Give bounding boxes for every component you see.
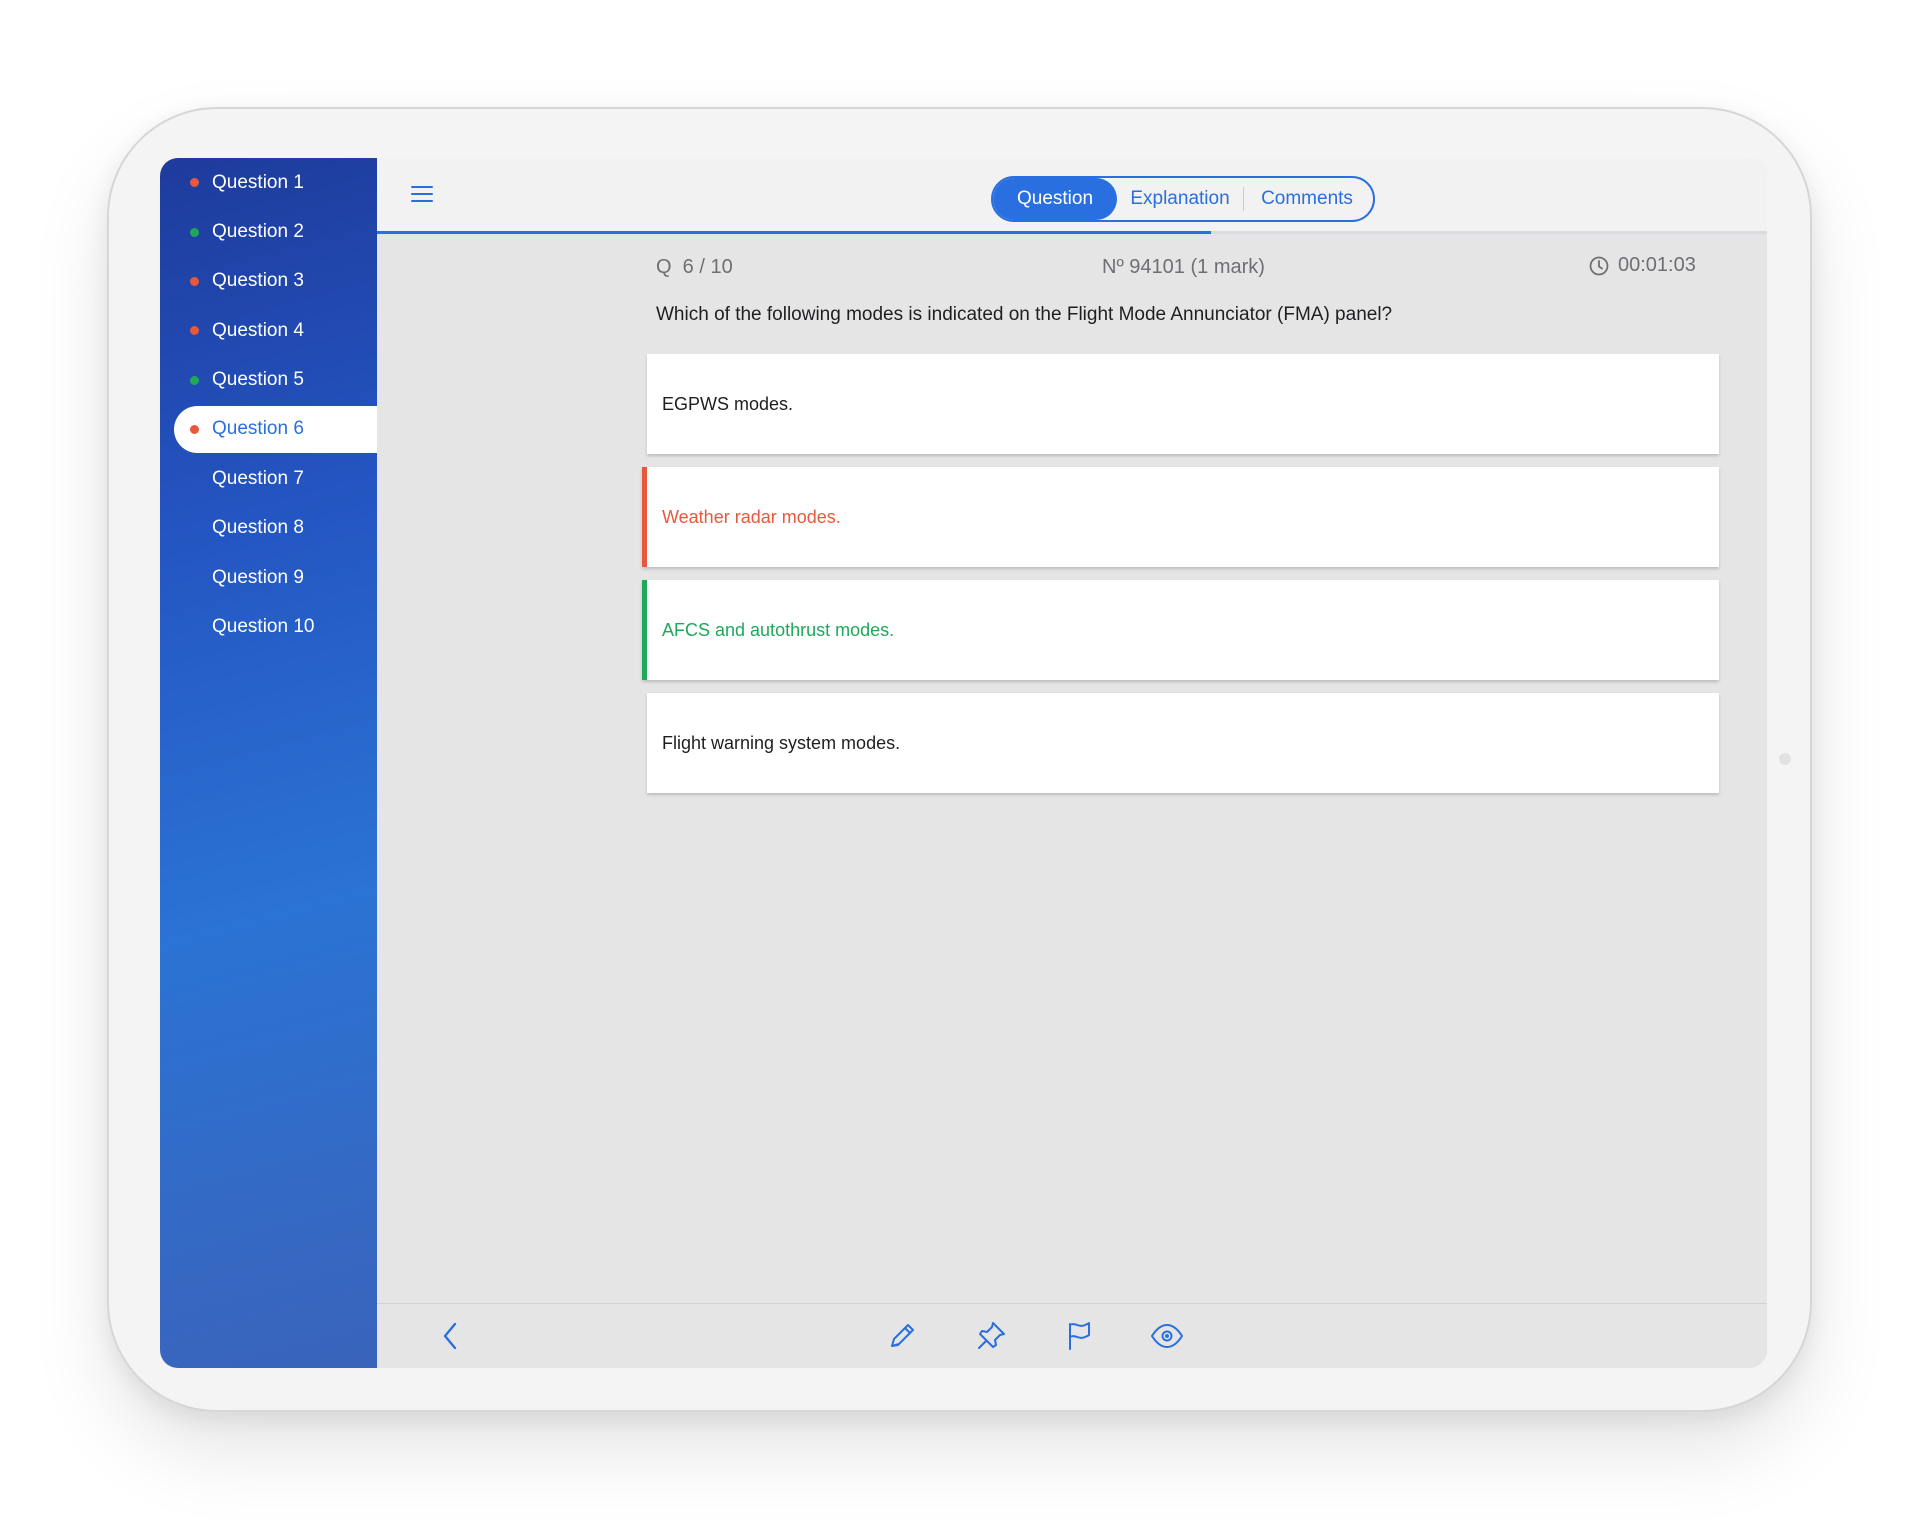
sidebar-item-question-9[interactable]: Question 9 xyxy=(160,553,377,602)
question-list: Question 1 Question 2 Question 3 Question 4… xyxy=(160,158,377,652)
answer-text: AFCS and autothrust modes. xyxy=(662,619,895,640)
sidebar-item-question-5[interactable]: Question 5 xyxy=(160,356,377,405)
chevron-left-icon[interactable] xyxy=(433,1318,469,1354)
eye-icon[interactable] xyxy=(1149,1318,1185,1354)
question-counter: Q 6 / 10 xyxy=(656,256,733,278)
sidebar-item-question-4[interactable]: Question 4 xyxy=(160,306,377,355)
answer-option-3[interactable]: AFCS and autothrust modes. xyxy=(642,580,1719,680)
sidebar-item-label: Question 2 xyxy=(212,221,304,243)
answer-text: EGPWS modes. xyxy=(662,393,794,414)
sidebar-item-question-2[interactable]: Question 2 xyxy=(160,207,377,256)
status-dot-icon xyxy=(190,424,199,434)
tab-question[interactable]: Question xyxy=(993,178,1117,220)
status-dot-icon xyxy=(190,375,199,385)
tab-explanation[interactable]: Explanation xyxy=(1117,178,1243,220)
sidebar-item-question-10[interactable]: Question 10 xyxy=(160,603,377,652)
sidebar-item-question-1[interactable]: Question 1 xyxy=(160,158,377,207)
sidebar-item-label: Question 5 xyxy=(212,369,304,391)
sidebar-item-question-7[interactable]: Question 7 xyxy=(160,454,377,503)
bottom-toolbar xyxy=(377,1303,1767,1368)
main-panel: Question Explanation Comments Q 6 / 10 N… xyxy=(377,158,1767,1368)
status-dot-icon xyxy=(190,227,199,237)
flag-icon[interactable] xyxy=(1061,1318,1097,1354)
answer-text: Weather radar modes. xyxy=(662,506,841,527)
answer-option-1[interactable]: EGPWS modes. xyxy=(647,354,1719,454)
view-tabs: Question Explanation Comments xyxy=(991,176,1375,222)
sidebar-item-label: Question 1 xyxy=(212,171,304,193)
progress-bar xyxy=(377,231,1767,234)
answer-option-2[interactable]: Weather radar modes. xyxy=(642,467,1719,567)
status-dot-icon xyxy=(190,178,199,188)
status-dot-icon xyxy=(190,276,199,286)
question-sidebar: Question 1 Question 2 Question 3 Question 4… xyxy=(160,158,377,1368)
timer: 00:01:03 xyxy=(1589,254,1696,277)
sidebar-item-label: Question 3 xyxy=(212,270,304,292)
sidebar-item-label: Question 6 xyxy=(212,418,304,440)
sidebar-item-label: Question 7 xyxy=(212,468,304,490)
status-dot-icon xyxy=(190,326,199,336)
top-bar: Question Explanation Comments xyxy=(377,158,1767,231)
clock-icon xyxy=(1589,256,1609,275)
pin-icon[interactable] xyxy=(973,1318,1009,1354)
sidebar-item-label: Question 8 xyxy=(212,517,304,539)
sidebar-item-label: Question 4 xyxy=(212,319,304,341)
timer-value: 00:01:03 xyxy=(1618,254,1696,276)
answer-option-4[interactable]: Flight warning system modes. xyxy=(647,693,1719,793)
answer-text: Flight warning system modes. xyxy=(662,732,901,753)
question-text: Which of the following modes is indicate… xyxy=(656,304,1393,325)
sidebar-item-label: Question 9 xyxy=(212,566,304,588)
sidebar-item-question-3[interactable]: Question 3 xyxy=(160,257,377,306)
pencil-icon[interactable] xyxy=(884,1318,920,1354)
tab-comments[interactable]: Comments xyxy=(1243,187,1370,211)
sidebar-item-question-6[interactable]: Question 6 xyxy=(174,405,377,453)
tablet-side-button xyxy=(1779,753,1791,765)
menu-icon[interactable] xyxy=(411,186,433,204)
progress-fill xyxy=(377,231,1211,234)
question-number: Nº 94101 (1 mark) xyxy=(1102,256,1265,278)
sidebar-item-question-8[interactable]: Question 8 xyxy=(160,504,377,553)
sidebar-item-label: Question 10 xyxy=(212,616,315,638)
app-screen: Question 1 Question 2 Question 3 Question 4… xyxy=(160,158,1767,1368)
